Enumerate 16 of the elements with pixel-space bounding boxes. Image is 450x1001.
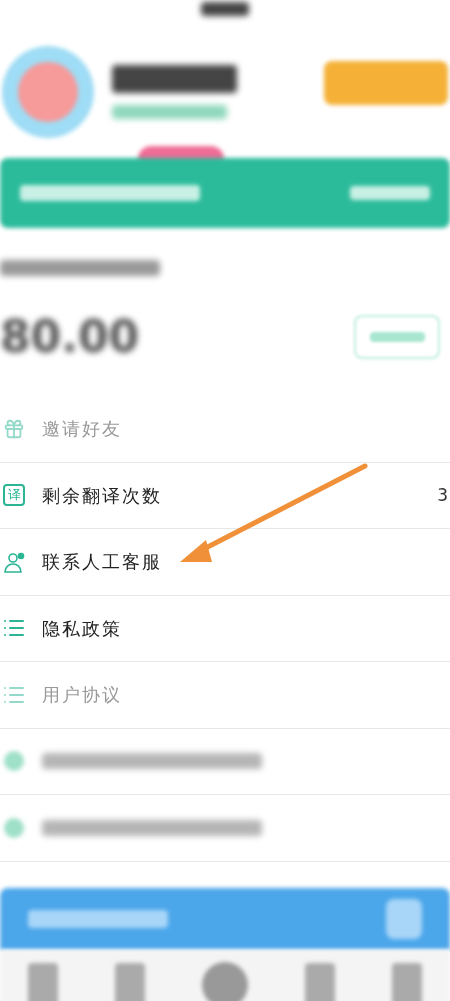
gift-icon	[3, 417, 25, 440]
balance-amount: 80.00	[0, 310, 140, 364]
menu-item[interactable]: 译 剩余翻译次数 3	[0, 462, 450, 529]
blurred-text	[201, 2, 249, 16]
upgrade-button[interactable]	[324, 61, 448, 105]
menu-label: 剩余翻译次数	[42, 483, 162, 508]
member-banner[interactable]	[0, 158, 450, 228]
menu-label: 隐私政策	[42, 616, 122, 641]
menu-item[interactable]: 隐私政策	[0, 595, 450, 662]
menu-value: 3	[437, 483, 448, 507]
menu-label: 邀请好友	[42, 417, 122, 442]
translate-icon: 译	[3, 484, 25, 507]
recharge-button[interactable]	[354, 315, 440, 359]
menu-label: 用户协议	[42, 683, 122, 708]
promo-banner[interactable]	[0, 887, 450, 950]
menu-label: 联系人工客服	[42, 550, 162, 575]
